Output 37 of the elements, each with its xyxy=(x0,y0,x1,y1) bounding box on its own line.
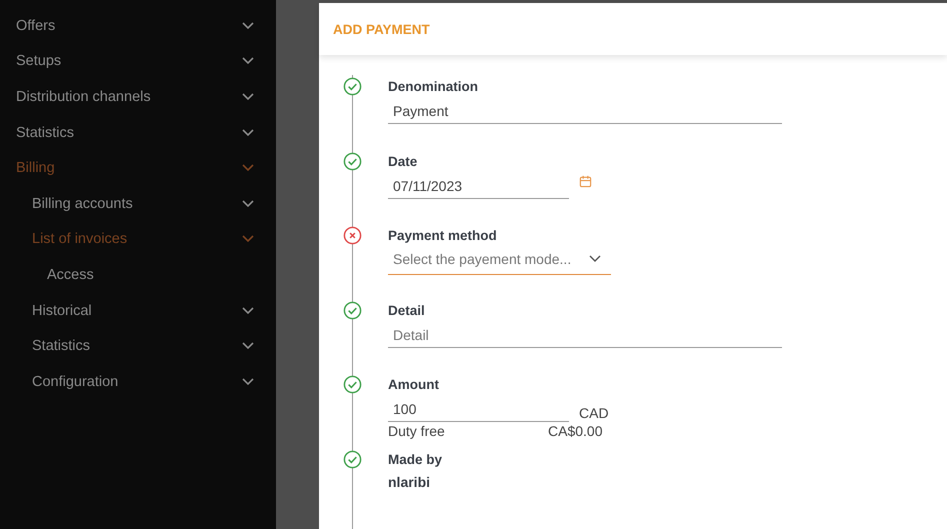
chevron-icon xyxy=(242,306,254,315)
nav-item[interactable]: Historical xyxy=(0,292,276,328)
chevron-icon xyxy=(242,128,254,137)
field-label: Payment method xyxy=(388,228,498,244)
duty-label: Duty free xyxy=(388,423,446,440)
chevron-icon xyxy=(242,57,254,66)
nav-item[interactable]: Statistics xyxy=(0,114,276,150)
field-label: Denomination xyxy=(388,79,479,94)
amount-field[interactable]: 100 xyxy=(388,397,569,422)
calendar-icon[interactable] xyxy=(579,174,592,188)
nav-item[interactable]: Distribution channels xyxy=(0,79,276,115)
chevron-icon xyxy=(242,92,254,101)
date-field[interactable]: 07/11/2023 xyxy=(388,174,569,199)
input-field[interactable]: Detail xyxy=(388,322,782,348)
field-label: Detail xyxy=(388,302,426,318)
chevron-icon xyxy=(242,235,254,244)
nav-item[interactable]: Billing accounts xyxy=(0,186,276,222)
nav-item[interactable]: Setups xyxy=(0,44,276,80)
input-field[interactable]: Payment xyxy=(388,99,782,124)
select-field[interactable]: Select the payement mode... xyxy=(388,248,611,276)
nav-item[interactable]: Configuration xyxy=(0,364,276,400)
field-label: Amount xyxy=(388,377,440,392)
dialog-title: ADD PAYMENT xyxy=(333,22,430,36)
field-label: Made by xyxy=(388,452,442,467)
nav-item[interactable]: Access xyxy=(0,257,276,293)
chevron-icon xyxy=(242,342,254,350)
nav-item[interactable]: Offers xyxy=(0,8,276,44)
duty-value: CA$0.00 xyxy=(548,423,602,440)
currency: CAD xyxy=(579,404,609,421)
field-label: Date xyxy=(388,154,418,169)
chevron-icon xyxy=(589,255,601,264)
chevron-icon xyxy=(242,22,254,30)
chevron-icon xyxy=(242,164,254,172)
chevron-icon xyxy=(242,378,254,386)
chevron-icon xyxy=(242,200,254,208)
author-name: nlaribi xyxy=(388,474,432,490)
nav-item[interactable]: Statistics xyxy=(0,328,276,364)
